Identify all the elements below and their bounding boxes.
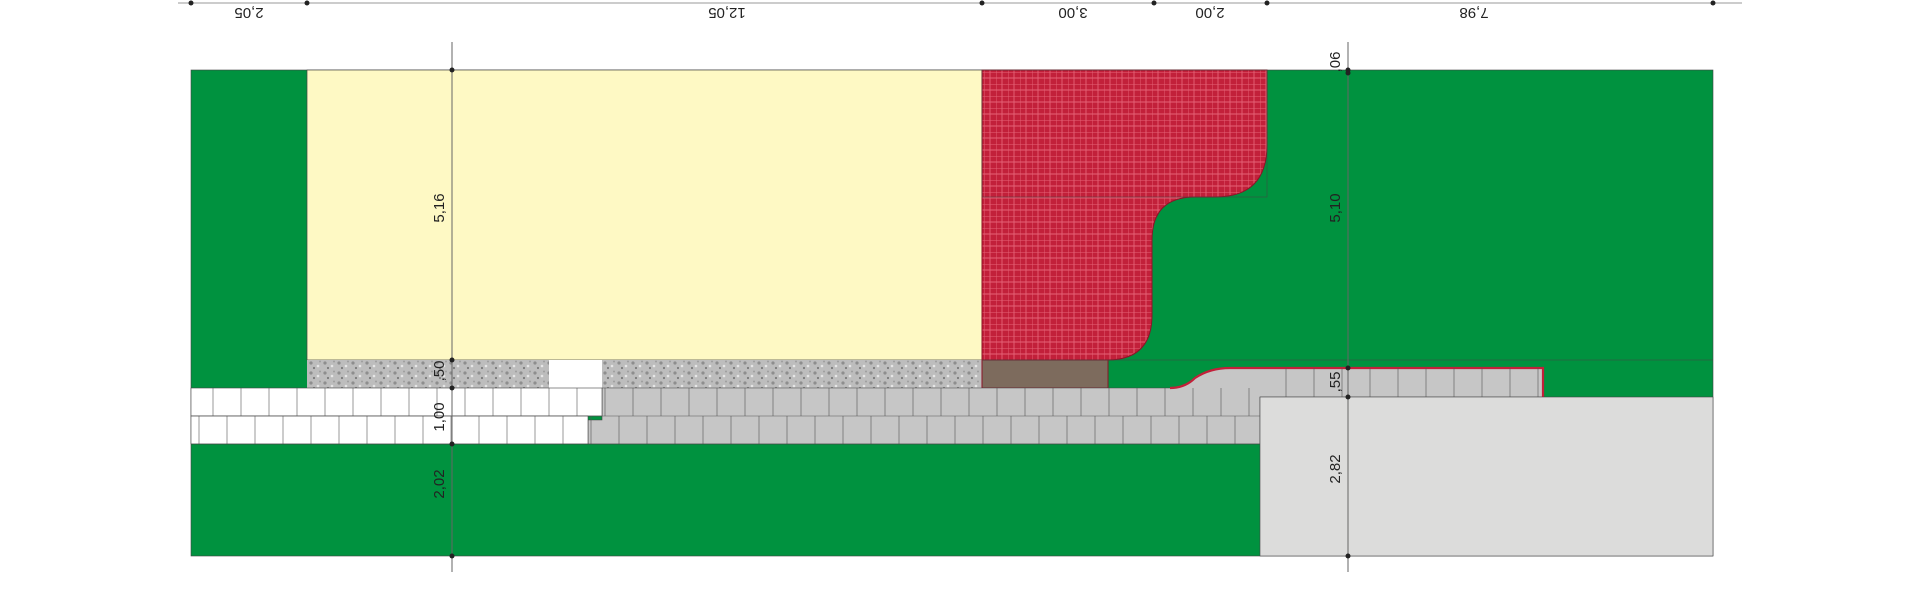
gravel-strip-left <box>307 360 549 388</box>
gravel-gap-white <box>549 360 602 388</box>
white-paving-upper <box>190 387 603 417</box>
left-dim-c: 1,00 <box>431 402 448 431</box>
garden-site-plan: 2,05 12,05 3,00 2,00 7,98 5,16 ,50 1,00 … <box>178 0 1742 572</box>
right-dim-a: ,06 <box>1327 52 1344 73</box>
white-paving-lower <box>190 415 589 445</box>
right-dim-d: 2,82 <box>1327 454 1344 483</box>
gravel-strip-right <box>602 360 982 388</box>
top-dimension-chain: 2,05 12,05 3,00 2,00 7,98 <box>178 0 1742 21</box>
house-footprint <box>306 69 983 361</box>
left-dim-a: 5,16 <box>431 193 448 222</box>
top-dim-a: 2,05 <box>234 4 263 21</box>
brown-step <box>981 359 1109 389</box>
right-dim-b: 5,10 <box>1327 193 1344 222</box>
top-dim-c: 3,00 <box>1058 4 1087 21</box>
top-dim-d: 2,00 <box>1195 4 1224 21</box>
left-dim-b: ,50 <box>431 361 448 382</box>
right-dim-c: ,55 <box>1327 372 1344 393</box>
top-dim-e: 7,98 <box>1459 4 1488 21</box>
top-dim-b: 12,05 <box>708 4 746 21</box>
left-dim-d: 2,02 <box>431 469 448 498</box>
